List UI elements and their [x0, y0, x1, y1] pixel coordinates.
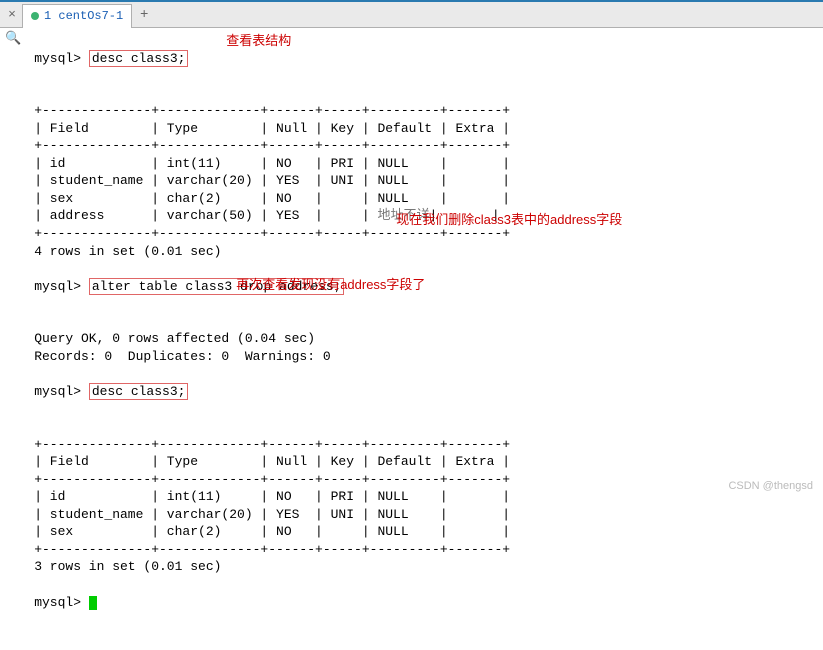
table1-row-id: | id | int(11) | NO | PRI | NULL | |	[34, 156, 510, 171]
tab-centos[interactable]: 1 centOs7-1	[22, 4, 132, 28]
mysql-prompt: mysql>	[34, 595, 81, 610]
annotation-2: 现在我们删除class3表中的address字段	[396, 211, 622, 229]
cursor-icon	[89, 596, 97, 610]
table1-header: | Field | Type | Null | Key | Default | …	[34, 121, 510, 136]
table2-border: +--------------+-------------+------+---…	[34, 542, 510, 557]
annotation-3: 再次查看发现没有address字段了	[236, 276, 425, 294]
table1-row-studentname: | student_name | varchar(20) | YES | UNI…	[34, 173, 510, 188]
command-desc1: desc class3;	[89, 50, 189, 67]
table2-row-id: | id | int(11) | NO | PRI | NULL | |	[34, 489, 510, 504]
result1: 4 rows in set (0.01 sec)	[34, 244, 221, 259]
tab-label: 1 centOs7-1	[44, 9, 123, 23]
annotation-1: 查看表结构	[226, 32, 291, 50]
result2b: Records: 0 Duplicates: 0 Warnings: 0	[34, 349, 330, 364]
table2-row-studentname: | student_name | varchar(20) | YES | UNI…	[34, 507, 510, 522]
mysql-prompt: mysql>	[34, 384, 81, 399]
table1-row-sex: | sex | char(2) | NO | | NULL | |	[34, 191, 510, 206]
table2-border: +--------------+-------------+------+---…	[34, 472, 510, 487]
add-tab-icon[interactable]: +	[132, 7, 156, 23]
mysql-prompt: mysql>	[34, 279, 81, 294]
result3: 3 rows in set (0.01 sec)	[34, 559, 221, 574]
table1-row-address: | address | varchar(50) | YES | |	[34, 208, 369, 223]
table2-border: +--------------+-------------+------+---…	[34, 437, 510, 452]
result2a: Query OK, 0 rows affected (0.04 sec)	[34, 331, 315, 346]
tab-bar: × 1 centOs7-1 +	[0, 2, 823, 28]
table2-header: | Field | Type | Null | Key | Default | …	[34, 454, 510, 469]
search-icon[interactable]: 🔍	[0, 28, 26, 650]
command-desc2: desc class3;	[89, 383, 189, 400]
mysql-prompt: mysql>	[34, 51, 81, 66]
table1-border: +--------------+-------------+------+---…	[34, 103, 510, 118]
table1-border: +--------------+-------------+------+---…	[34, 138, 510, 153]
watermark: CSDN @thengsd	[728, 480, 813, 492]
close-all-tabs-icon[interactable]: ×	[2, 7, 22, 22]
table2-row-sex: | sex | char(2) | NO | | NULL | |	[34, 524, 510, 539]
status-dot-icon	[31, 12, 39, 20]
terminal-output[interactable]: mysql> desc class3; 查看表结构 +-------------…	[26, 28, 823, 650]
